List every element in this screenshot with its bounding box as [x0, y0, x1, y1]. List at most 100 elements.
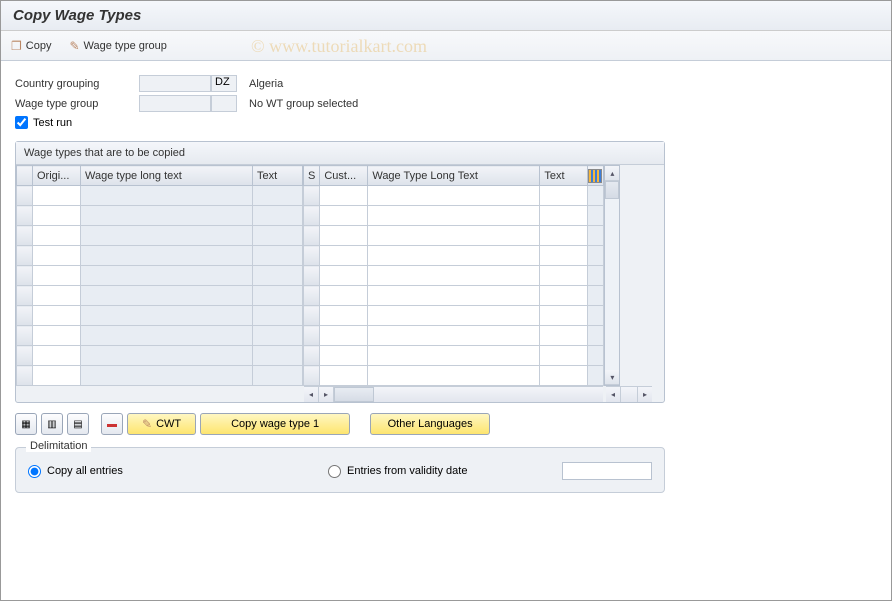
table-row[interactable]: [17, 266, 303, 286]
table-row[interactable]: [17, 206, 303, 226]
row-selector[interactable]: [17, 366, 33, 386]
table-row[interactable]: [304, 366, 604, 386]
cell[interactable]: [368, 246, 540, 266]
copy-all-entries-radio[interactable]: [28, 465, 41, 478]
cell[interactable]: [320, 326, 368, 346]
scroll-down-icon[interactable]: ▾: [605, 370, 619, 385]
cell[interactable]: [320, 306, 368, 326]
row-selector[interactable]: [304, 326, 320, 346]
row-selector[interactable]: [17, 286, 33, 306]
table-row[interactable]: [17, 346, 303, 366]
cell[interactable]: [81, 346, 253, 366]
cell[interactable]: [81, 366, 253, 386]
cell[interactable]: [368, 226, 540, 246]
scroll-thumb[interactable]: [605, 181, 619, 199]
right-grid[interactable]: S Cust... Wage Type Long Text Text: [303, 165, 604, 386]
cell[interactable]: [33, 286, 81, 306]
cell[interactable]: [368, 346, 540, 366]
hscroll-right-icon[interactable]: ▸: [319, 387, 334, 402]
cell[interactable]: [540, 266, 588, 286]
copy-wage-type-1-button[interactable]: Copy wage type 1: [200, 413, 350, 435]
table-row[interactable]: [304, 266, 604, 286]
hscroll-thumb[interactable]: [334, 387, 374, 402]
row-selector[interactable]: [304, 366, 320, 386]
cell[interactable]: [320, 206, 368, 226]
cell[interactable]: [81, 226, 253, 246]
scroll-up-icon[interactable]: ▴: [605, 166, 619, 181]
row-selector[interactable]: [17, 226, 33, 246]
left-grid[interactable]: Origi... Wage type long text Text: [16, 165, 303, 386]
cell[interactable]: [540, 286, 588, 306]
horizontal-scrollbar-right[interactable]: ◂ ▸: [304, 386, 603, 402]
hscroll-right-icon-2[interactable]: ▸: [637, 387, 652, 402]
row-selector[interactable]: [17, 206, 33, 226]
cell[interactable]: [33, 206, 81, 226]
table-row[interactable]: [304, 206, 604, 226]
delete-button[interactable]: ▬: [101, 413, 123, 435]
row-selector[interactable]: [304, 346, 320, 366]
col-text-2[interactable]: Text: [540, 166, 588, 186]
cell[interactable]: [540, 326, 588, 346]
row-selector[interactable]: [304, 286, 320, 306]
entries-from-date-radio[interactable]: [328, 465, 341, 478]
cell[interactable]: [320, 246, 368, 266]
row-selector[interactable]: [304, 186, 320, 206]
cell[interactable]: [540, 186, 588, 206]
cell[interactable]: [81, 326, 253, 346]
cell[interactable]: [33, 306, 81, 326]
cell[interactable]: [540, 226, 588, 246]
cell[interactable]: [368, 306, 540, 326]
other-languages-button[interactable]: Other Languages: [370, 413, 490, 435]
col-wage-type-long-text-2[interactable]: Wage Type Long Text: [368, 166, 540, 186]
table-row[interactable]: [304, 226, 604, 246]
cell[interactable]: [253, 246, 303, 266]
row-selector[interactable]: [17, 266, 33, 286]
table-row[interactable]: [17, 286, 303, 306]
cell[interactable]: [320, 186, 368, 206]
cell[interactable]: [81, 186, 253, 206]
table-row[interactable]: [304, 326, 604, 346]
cell[interactable]: [253, 286, 303, 306]
cell[interactable]: [368, 206, 540, 226]
cell[interactable]: [368, 326, 540, 346]
row-selector[interactable]: [304, 266, 320, 286]
vertical-scrollbar[interactable]: ▴ ▾: [604, 165, 620, 386]
cell[interactable]: [253, 326, 303, 346]
row-selector[interactable]: [304, 306, 320, 326]
wage-type-group-button[interactable]: Wage type group: [69, 39, 166, 53]
cell[interactable]: [33, 366, 81, 386]
table-row[interactable]: [17, 226, 303, 246]
cell[interactable]: [253, 346, 303, 366]
cell[interactable]: [320, 366, 368, 386]
row-selector[interactable]: [304, 206, 320, 226]
cell[interactable]: [81, 286, 253, 306]
cell[interactable]: [540, 306, 588, 326]
cell[interactable]: [320, 226, 368, 246]
cell[interactable]: [253, 366, 303, 386]
cell[interactable]: [81, 306, 253, 326]
col-wage-type-long-text[interactable]: Wage type long text: [81, 166, 253, 186]
cell[interactable]: [540, 206, 588, 226]
cwt-button[interactable]: CWT: [127, 413, 196, 435]
cell[interactable]: [368, 186, 540, 206]
row-selector[interactable]: [17, 346, 33, 366]
cell[interactable]: [253, 306, 303, 326]
col-text[interactable]: Text: [253, 166, 303, 186]
cell[interactable]: [253, 186, 303, 206]
table-row[interactable]: [17, 246, 303, 266]
country-grouping-input[interactable]: DZ: [211, 75, 237, 92]
cell[interactable]: [33, 186, 81, 206]
cell[interactable]: [33, 226, 81, 246]
table-row[interactable]: [304, 186, 604, 206]
table-row[interactable]: [17, 186, 303, 206]
table-row[interactable]: [304, 246, 604, 266]
col-original[interactable]: Origi...: [33, 166, 81, 186]
deselect-all-button[interactable]: ▥: [41, 413, 63, 435]
row-selector[interactable]: [304, 226, 320, 246]
cell[interactable]: [253, 206, 303, 226]
cell[interactable]: [81, 246, 253, 266]
cell[interactable]: [540, 346, 588, 366]
select-all-button[interactable]: ▦: [15, 413, 37, 435]
table-row[interactable]: [17, 326, 303, 346]
cell[interactable]: [368, 366, 540, 386]
